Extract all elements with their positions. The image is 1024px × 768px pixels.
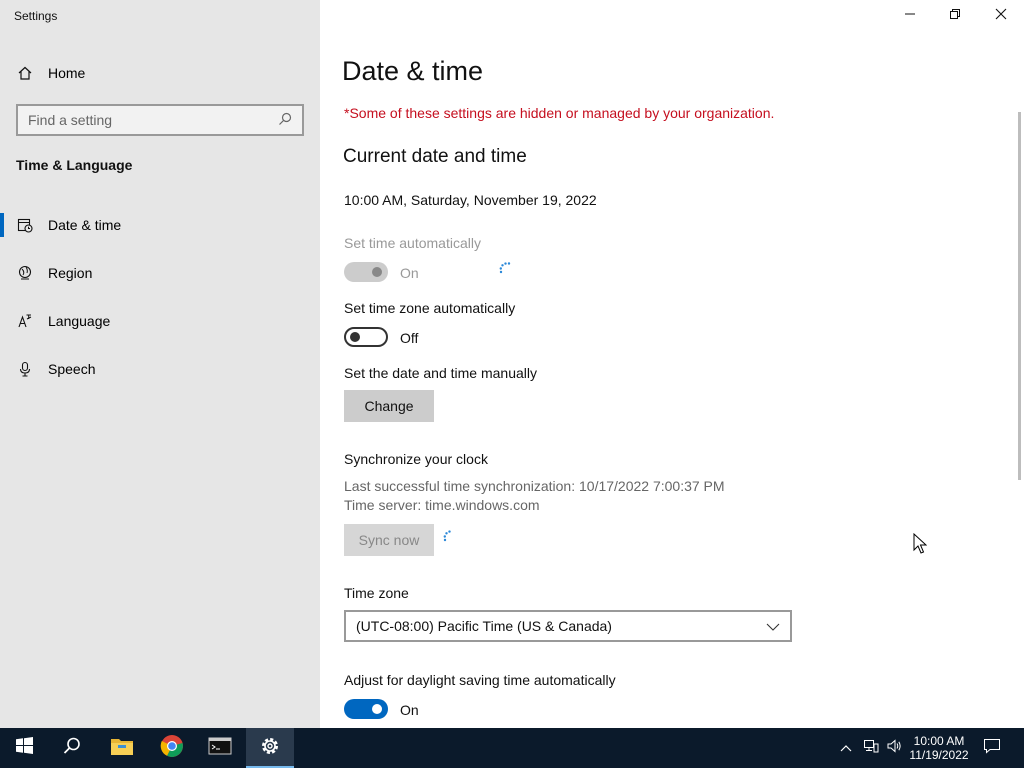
sidebar-item-region[interactable]: Region <box>0 255 320 291</box>
notifications-icon <box>983 738 1001 759</box>
home-label: Home <box>48 65 86 81</box>
timezone-label: Time zone <box>344 585 409 601</box>
chrome-icon <box>160 734 184 763</box>
sync-now-button[interactable]: Sync now <box>344 524 434 556</box>
clock-time: 10:00 AM <box>913 734 965 748</box>
volume-icon <box>886 738 902 759</box>
clock-date: 11/19/2022 <box>909 748 969 762</box>
policy-warning: *Some of these settings are hidden or ma… <box>344 105 775 121</box>
current-datetime-heading: Current date and time <box>343 146 527 167</box>
dst-state: On <box>400 702 419 718</box>
chevron-down-icon <box>766 618 780 634</box>
time-server-text: Time server: time.windows.com <box>344 497 540 513</box>
start-button[interactable] <box>0 728 48 768</box>
settings-taskbar-button[interactable] <box>246 728 294 768</box>
sidebar-item-label: Speech <box>48 361 96 377</box>
sidebar-item-language[interactable]: Language <box>0 303 320 339</box>
timezone-dropdown[interactable]: (UTC-08:00) Pacific Time (US & Canada) <box>344 610 792 642</box>
taskbar: 10:00 AM 11/19/2022 <box>0 728 1024 768</box>
search-input[interactable] <box>28 112 278 128</box>
restore-icon <box>949 7 961 25</box>
restore-button[interactable] <box>932 0 978 32</box>
chrome-button[interactable] <box>148 728 196 768</box>
set-time-auto-toggle <box>344 262 388 282</box>
set-time-auto-state: On <box>400 265 419 281</box>
dst-toggle[interactable] <box>344 699 388 719</box>
app-title: Settings <box>14 9 58 23</box>
settings-content: Date & time *Some of these settings are … <box>320 0 1024 728</box>
page-title: Date & time <box>342 56 484 86</box>
network-tray-button[interactable] <box>860 728 882 768</box>
manual-datetime-label: Set the date and time manually <box>344 365 538 381</box>
set-timezone-auto-label: Set time zone automatically <box>344 300 516 316</box>
sidebar-item-label: Language <box>48 313 111 329</box>
search-box[interactable] <box>16 104 304 136</box>
taskbar-clock[interactable]: 10:00 AM 11/19/2022 <box>904 728 974 768</box>
dst-label: Adjust for daylight saving time automati… <box>344 672 616 688</box>
search-icon <box>63 737 81 760</box>
sidebar-item-label: Date & time <box>48 217 122 233</box>
microphone-icon <box>17 361 33 377</box>
sidebar-item-label: Region <box>48 265 93 281</box>
start-icon <box>15 737 33 759</box>
close-icon <box>995 7 1007 25</box>
file-explorer-icon <box>110 736 134 761</box>
sidebar-item-speech[interactable]: Speech <box>0 351 320 387</box>
timezone-value: (UTC-08:00) Pacific Time (US & Canada) <box>356 618 612 634</box>
language-icon <box>17 313 33 329</box>
close-button[interactable] <box>978 0 1024 32</box>
home-nav-item[interactable]: Home <box>0 56 320 90</box>
terminal-icon <box>208 736 232 761</box>
scrollbar[interactable] <box>1018 112 1021 480</box>
terminal-button[interactable] <box>196 728 244 768</box>
settings-icon <box>259 735 281 762</box>
set-timezone-auto-toggle[interactable] <box>344 327 388 347</box>
mouse-cursor-icon <box>913 532 928 560</box>
current-datetime-value: 10:00 AM, Saturday, November 19, 2022 <box>344 192 597 208</box>
minimize-icon <box>904 7 916 25</box>
sidebar-item-date-time[interactable]: Date & time <box>0 207 320 243</box>
section-title: Time & Language <box>16 157 133 173</box>
minimize-button[interactable] <box>887 0 933 32</box>
settings-sidebar: Settings Home Time & Language Date & tim… <box>0 0 320 728</box>
calendar-clock-icon <box>17 217 33 233</box>
set-time-auto-label: Set time automatically <box>344 235 481 251</box>
volume-tray-button[interactable] <box>884 728 904 768</box>
search-icon[interactable] <box>278 112 294 128</box>
network-icon <box>863 738 879 759</box>
loading-spinner-icon <box>498 261 512 275</box>
sync-spinner-icon <box>442 529 456 543</box>
show-hidden-icons-button[interactable] <box>836 728 856 768</box>
last-sync-text: Last successful time synchronization: 10… <box>344 478 725 494</box>
file-explorer-button[interactable] <box>98 728 146 768</box>
taskbar-search-button[interactable] <box>48 728 96 768</box>
change-datetime-button[interactable]: Change <box>344 390 434 422</box>
home-icon <box>17 65 33 81</box>
action-center-button[interactable] <box>978 728 1006 768</box>
chevron-up-icon <box>840 739 852 757</box>
set-timezone-auto-state: Off <box>400 330 419 346</box>
globe-icon <box>17 265 33 281</box>
sync-heading: Synchronize your clock <box>344 451 488 467</box>
